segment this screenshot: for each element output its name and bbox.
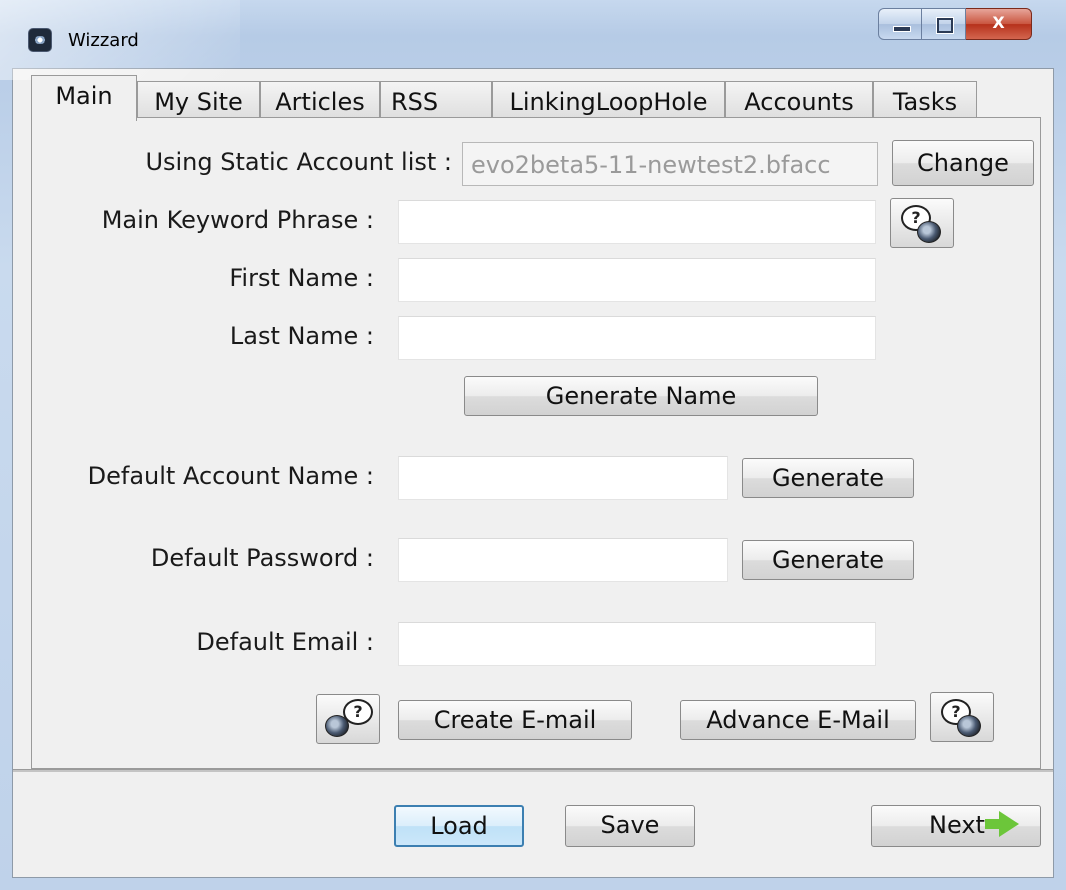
client-area: Main My Site Articles RSS LinkingLoopHol… [12, 68, 1054, 878]
wizard-eye-icon [28, 28, 52, 52]
keyword-help-button[interactable]: ? [890, 198, 954, 248]
next-button[interactable]: Next [871, 805, 1041, 847]
advance-email-help-button[interactable]: ? [930, 692, 994, 742]
tab-tasks[interactable]: Tasks [873, 81, 977, 119]
tab-linkingloophole[interactable]: LinkingLoopHole [492, 81, 725, 119]
save-button[interactable]: Save [565, 805, 695, 847]
maximize-icon [937, 18, 953, 33]
caption-buttons: X [878, 8, 1036, 42]
tab-rss[interactable]: RSS [380, 81, 492, 119]
generate-password-button[interactable]: Generate [742, 540, 914, 580]
generate-name-button[interactable]: Generate Name [464, 376, 818, 416]
close-button[interactable]: X [966, 8, 1032, 40]
window-frame: Wizzard X Main My Site Articles RSS Link… [0, 0, 1066, 890]
maximize-button[interactable] [922, 8, 966, 40]
last-name-input[interactable] [398, 316, 876, 360]
tab-articles[interactable]: Articles [260, 81, 380, 119]
create-email-button[interactable]: Create E-mail [398, 700, 632, 740]
footer-divider [13, 769, 1053, 772]
minimize-icon [893, 26, 911, 32]
static-account-field: evo2beta5-11-newtest2.bfacc [462, 142, 878, 186]
advance-email-button[interactable]: Advance E-Mail [680, 700, 916, 740]
last-name-label: Last Name : [229, 322, 374, 350]
email-help-button[interactable]: ? [316, 694, 380, 744]
static-account-label: Using Static Account list : [145, 148, 452, 176]
account-name-label: Default Account Name : [87, 462, 374, 490]
minimize-button[interactable] [878, 8, 922, 40]
account-name-input[interactable] [398, 456, 728, 500]
email-label: Default Email : [196, 628, 374, 656]
window-title: Wizzard [68, 30, 139, 51]
close-icon: X [992, 13, 1005, 32]
help-orb-icon [917, 221, 941, 243]
load-button[interactable]: Load [394, 805, 524, 847]
password-input[interactable] [398, 538, 728, 582]
change-button[interactable]: Change [892, 140, 1034, 186]
help-orb-icon [325, 715, 349, 737]
keyword-label: Main Keyword Phrase : [101, 206, 374, 234]
keyword-input[interactable] [398, 200, 876, 244]
generate-account-button[interactable]: Generate [742, 458, 914, 498]
tab-my-site[interactable]: My Site [137, 81, 260, 119]
green-arrow-right-icon [984, 811, 1019, 837]
main-tab-panel: Using Static Account list : evo2beta5-11… [31, 117, 1041, 769]
email-input[interactable] [398, 622, 876, 666]
first-name-label: First Name : [229, 264, 374, 292]
password-label: Default Password : [150, 544, 374, 572]
first-name-input[interactable] [398, 258, 876, 302]
help-orb-icon [957, 715, 981, 737]
tab-main[interactable]: Main [31, 75, 137, 121]
tab-accounts[interactable]: Accounts [725, 81, 873, 119]
next-button-label: Next [929, 811, 985, 839]
